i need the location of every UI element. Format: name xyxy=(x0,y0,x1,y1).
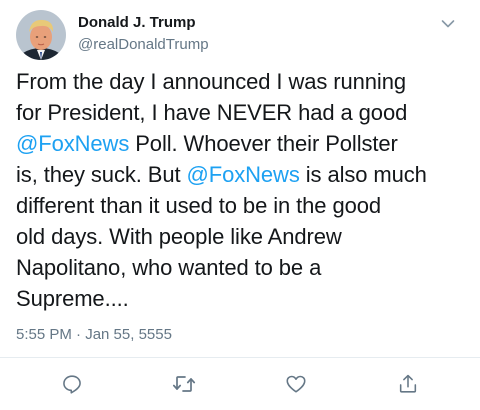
user-handle[interactable]: @realDonaldTrump xyxy=(78,36,209,53)
chevron-down-icon xyxy=(441,20,455,28)
mention-link[interactable]: @FoxNews xyxy=(187,162,300,187)
reply-icon xyxy=(63,375,81,394)
tweet-text-line: @FoxNews Poll. Whoever their Pollster xyxy=(16,128,472,159)
avatar[interactable] xyxy=(16,10,66,60)
tweet-text-segment: for President, I have NEVER had a good xyxy=(16,100,408,125)
tweet-text-line: different than it used to be in the good xyxy=(16,190,472,221)
reply-button[interactable] xyxy=(58,370,86,398)
tweet-text-segment: is also much xyxy=(299,162,427,187)
like-icon xyxy=(286,375,306,393)
tweet-text-segment: different than it used to be in the good xyxy=(16,193,381,218)
retweet-icon xyxy=(172,376,196,392)
more-options-button[interactable] xyxy=(436,12,460,36)
tweet-text-segment: Poll. Whoever their Pollster xyxy=(129,131,398,156)
like-button[interactable] xyxy=(282,370,310,398)
tweet-text-line: From the day I announced I was running xyxy=(16,66,472,97)
tweet-text: From the day I announced I was running fo… xyxy=(16,66,472,314)
tweet-timestamp[interactable]: 5:55 PM · Jan 55, 5555 xyxy=(16,326,172,343)
tweet-text-line: old days. With people like Andrew xyxy=(16,221,472,252)
mention-link[interactable]: @FoxNews xyxy=(16,131,129,156)
tweet-text-line: is, they suck. But @FoxNews is also much xyxy=(16,159,472,190)
tweet-text-line: for President, I have NEVER had a good xyxy=(16,97,472,128)
display-name[interactable]: Donald J. Trump xyxy=(78,14,196,31)
tweet-card: Donald J. Trump @realDonaldTrump From th… xyxy=(0,0,480,410)
share-button[interactable] xyxy=(394,370,422,398)
tweet-text-line: Napolitano, who wanted to be a xyxy=(16,252,472,283)
tweet-text-segment: From the day I announced I was running xyxy=(16,69,406,94)
tweet-text-segment: Napolitano, who wanted to be a xyxy=(16,255,322,280)
tweet-text-segment: Supreme.... xyxy=(16,286,129,311)
tweet-text-line: Supreme.... xyxy=(16,283,472,314)
retweet-button[interactable] xyxy=(170,370,198,398)
tweet-text-segment: is, they suck. But xyxy=(16,162,187,187)
divider xyxy=(0,357,480,358)
avatar-image xyxy=(16,10,66,60)
tweet-text-segment: old days. With people like Andrew xyxy=(16,224,342,249)
share-icon xyxy=(399,374,417,393)
